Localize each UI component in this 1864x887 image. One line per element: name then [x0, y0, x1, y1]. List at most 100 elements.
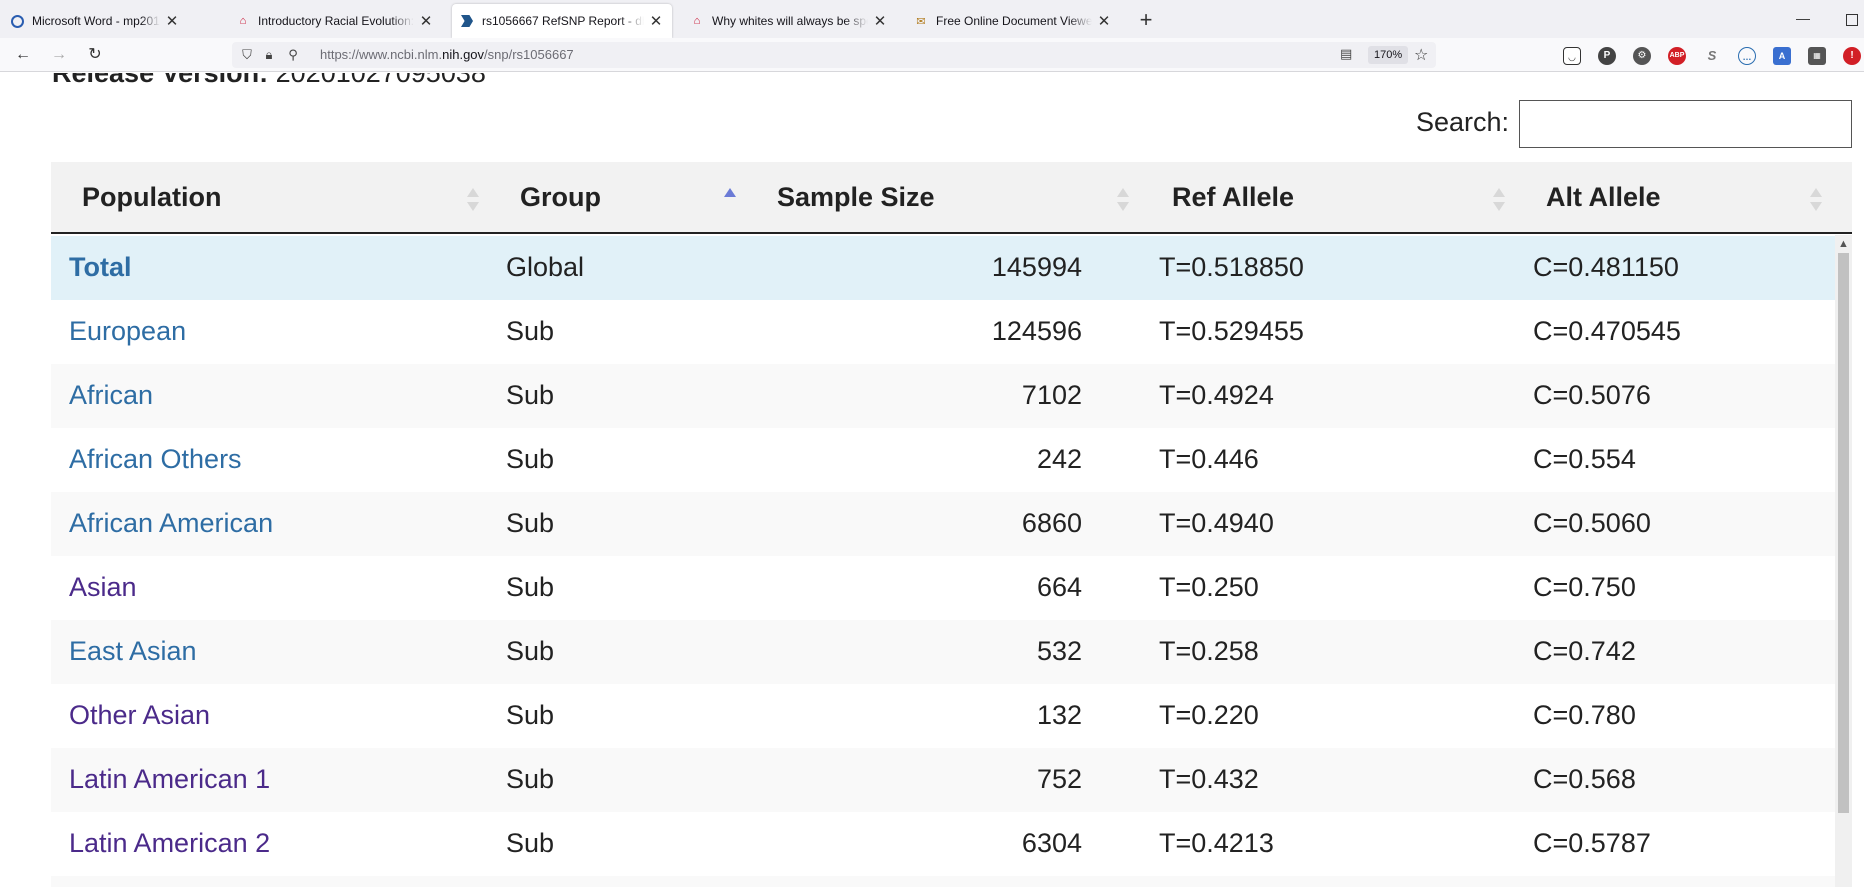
ncbi-icon [460, 14, 474, 28]
table-row[interactable]: Latin American 1 Sub 752 T=0.432 C=0.568 [51, 748, 1835, 812]
sort-ascending-icon[interactable] [722, 188, 738, 214]
minimize-icon[interactable]: — [1796, 10, 1810, 26]
url-prefix: https://www.ncbi.nlm. [320, 47, 443, 62]
table-row[interactable]: Total Global 145994 T=0.518850 C=0.48115… [51, 236, 1835, 300]
chat-icon[interactable]: … [1738, 47, 1756, 65]
url-domain: nih.gov [442, 47, 485, 62]
tab-title: Why whites will always be speci [712, 14, 868, 28]
navigation-bar: ← → ↻ ⛉ 🔒︎ ⚲ https://www.ncbi.nlm.nih.go… [0, 38, 1864, 72]
alt-allele-cell: C=0.470545 [1533, 316, 1681, 346]
document-icon: ✉ [916, 15, 926, 28]
alt-allele-cell: C=0.750 [1533, 572, 1636, 602]
sample-size-cell: 242 [1036, 444, 1082, 474]
alt-allele-cell: C=0.5060 [1533, 508, 1651, 538]
adblock-plus-icon[interactable]: ABP [1668, 47, 1686, 65]
translate-icon[interactable]: A [1773, 47, 1791, 65]
sample-size-cell: 7102 [1021, 380, 1082, 410]
column-header-group[interactable]: Group [520, 182, 601, 213]
search-input[interactable] [1519, 100, 1852, 148]
tab-why-whites[interactable]: ⌂ Why whites will always be speci ✕ [682, 4, 896, 38]
column-header-population[interactable]: Population [82, 182, 221, 213]
ref-allele-cell: T=0.4213 [1159, 828, 1274, 858]
sample-size-cell: 532 [1036, 636, 1082, 666]
sort-icon[interactable] [465, 188, 481, 214]
tab-refsnp-report[interactable]: rs1056667 RefSNP Report - dbS ✕ [452, 4, 672, 38]
table-row[interactable]: Latin American 2 Sub 6304 T=0.4213 C=0.5… [51, 812, 1835, 876]
url-path: /snp/rs1056667 [484, 47, 574, 62]
table-row[interactable]: African Sub 7102 T=0.4924 C=0.5076 [51, 364, 1835, 428]
scroll-up-icon[interactable]: ▲ [1837, 238, 1850, 250]
forward-arrow-icon[interactable]: → [48, 45, 70, 65]
table-row[interactable]: African American Sub 6860 T=0.4940 C=0.5… [51, 492, 1835, 556]
close-icon[interactable]: ✕ [648, 12, 664, 30]
table-scrollbar[interactable]: ▲ [1835, 235, 1852, 887]
sort-icon[interactable] [1115, 188, 1131, 214]
sample-size-cell: 145994 [991, 252, 1082, 282]
release-version-label: Release Version: [52, 73, 269, 88]
maximize-icon[interactable] [1846, 14, 1858, 26]
sample-size-cell: 132 [1036, 700, 1082, 730]
sci-icon [10, 14, 24, 28]
ref-allele-cell: T=0.250 [1159, 572, 1259, 602]
column-header-sample-size[interactable]: Sample Size [777, 182, 935, 213]
tab-racial-evolution[interactable]: ⌂ Introductory Racial Evolution: L ✕ [228, 4, 442, 38]
alt-allele-cell: C=0.5787 [1533, 828, 1651, 858]
column-header-ref-allele[interactable]: Ref Allele [1172, 182, 1294, 213]
tab-title: Introductory Racial Evolution: L [258, 14, 414, 28]
alt-allele-cell: C=0.5076 [1533, 380, 1651, 410]
back-arrow-icon[interactable]: ← [12, 45, 34, 65]
reader-view-icon[interactable]: ▤ [1340, 46, 1354, 64]
ref-allele-cell: T=0.258 [1159, 636, 1259, 666]
sample-size-cell: 752 [1036, 764, 1082, 794]
table-row[interactable]: East Asian Sub 532 T=0.258 C=0.742 [51, 620, 1835, 684]
tab-title: Free Online Document Viewer [936, 14, 1092, 28]
table-row[interactable]: African Others Sub 242 T=0.446 C=0.554 [51, 428, 1835, 492]
bookmark-star-icon[interactable]: ☆ [1414, 45, 1428, 65]
close-icon[interactable]: ✕ [1096, 12, 1112, 30]
table-row[interactable]: Other Asian Sub 132 T=0.220 C=0.780 [51, 684, 1835, 748]
shield-icon[interactable]: ⛉ [238, 46, 256, 64]
reader-extension-icon[interactable]: ▦ [1808, 47, 1826, 65]
permissions-icon[interactable]: ⚲ [284, 46, 302, 64]
close-icon[interactable]: ✕ [418, 12, 434, 30]
tab-word-document[interactable]: Microsoft Word - mp2012184x ✕ [2, 4, 188, 38]
table-row[interactable]: European Sub 124596 T=0.529455 C=0.47054… [51, 300, 1835, 364]
overflow-extension-icon[interactable]: ! [1843, 47, 1861, 65]
release-version: Release Version: 20201027095038 [52, 73, 486, 89]
release-version-value: 20201027095038 [275, 73, 486, 88]
reload-icon[interactable]: ↻ [84, 45, 106, 65]
alt-allele-cell: C=0.554 [1533, 444, 1636, 474]
close-icon[interactable]: ✕ [872, 12, 888, 30]
new-tab-button[interactable]: + [1134, 8, 1158, 32]
sample-size-cell: 124596 [991, 316, 1082, 346]
sort-icon[interactable] [1808, 188, 1824, 214]
alt-allele-cell: C=0.780 [1533, 700, 1636, 730]
s-extension-icon[interactable]: S [1703, 47, 1721, 65]
sample-size-cell: 664 [1036, 572, 1082, 602]
pocket-icon[interactable]: ◡ [1563, 47, 1581, 65]
column-header-alt-allele[interactable]: Alt Allele [1546, 182, 1661, 213]
tab-title: rs1056667 RefSNP Report - dbS [482, 14, 644, 28]
sort-icon[interactable] [1491, 188, 1507, 214]
table-row[interactable]: Asian Sub 664 T=0.250 C=0.750 [51, 556, 1835, 620]
extension-icon[interactable]: ⚙ [1633, 47, 1651, 65]
ref-allele-cell: T=0.220 [1159, 700, 1259, 730]
address-bar[interactable]: ⛉ 🔒︎ ⚲ https://www.ncbi.nlm.nih.gov/snp/… [232, 42, 1436, 68]
sample-size-cell: 6304 [1021, 828, 1082, 858]
alt-allele-cell: C=0.742 [1533, 636, 1636, 666]
profile-p-icon[interactable]: P [1598, 47, 1616, 65]
sample-size-cell: 6860 [1021, 508, 1082, 538]
zoom-level-badge[interactable]: 170% [1368, 46, 1409, 64]
red-scroll-icon: ⌂ [239, 15, 247, 27]
ref-allele-cell: T=0.4940 [1159, 508, 1274, 538]
close-icon[interactable]: ✕ [164, 12, 180, 30]
url-text[interactable]: https://www.ncbi.nlm.nih.gov/snp/rs10566… [320, 47, 574, 62]
table-header: Population Group Sample Size Ref Allele … [51, 162, 1852, 234]
tab-document-viewer[interactable]: ✉ Free Online Document Viewer ✕ [906, 4, 1120, 38]
scrollbar-thumb[interactable] [1838, 253, 1849, 813]
lock-icon[interactable]: 🔒︎ [260, 46, 278, 64]
red-scroll-icon: ⌂ [693, 15, 701, 27]
ref-allele-cell: T=0.446 [1159, 444, 1259, 474]
table-row [51, 876, 1835, 887]
tab-title: Microsoft Word - mp2012184x [32, 14, 160, 28]
